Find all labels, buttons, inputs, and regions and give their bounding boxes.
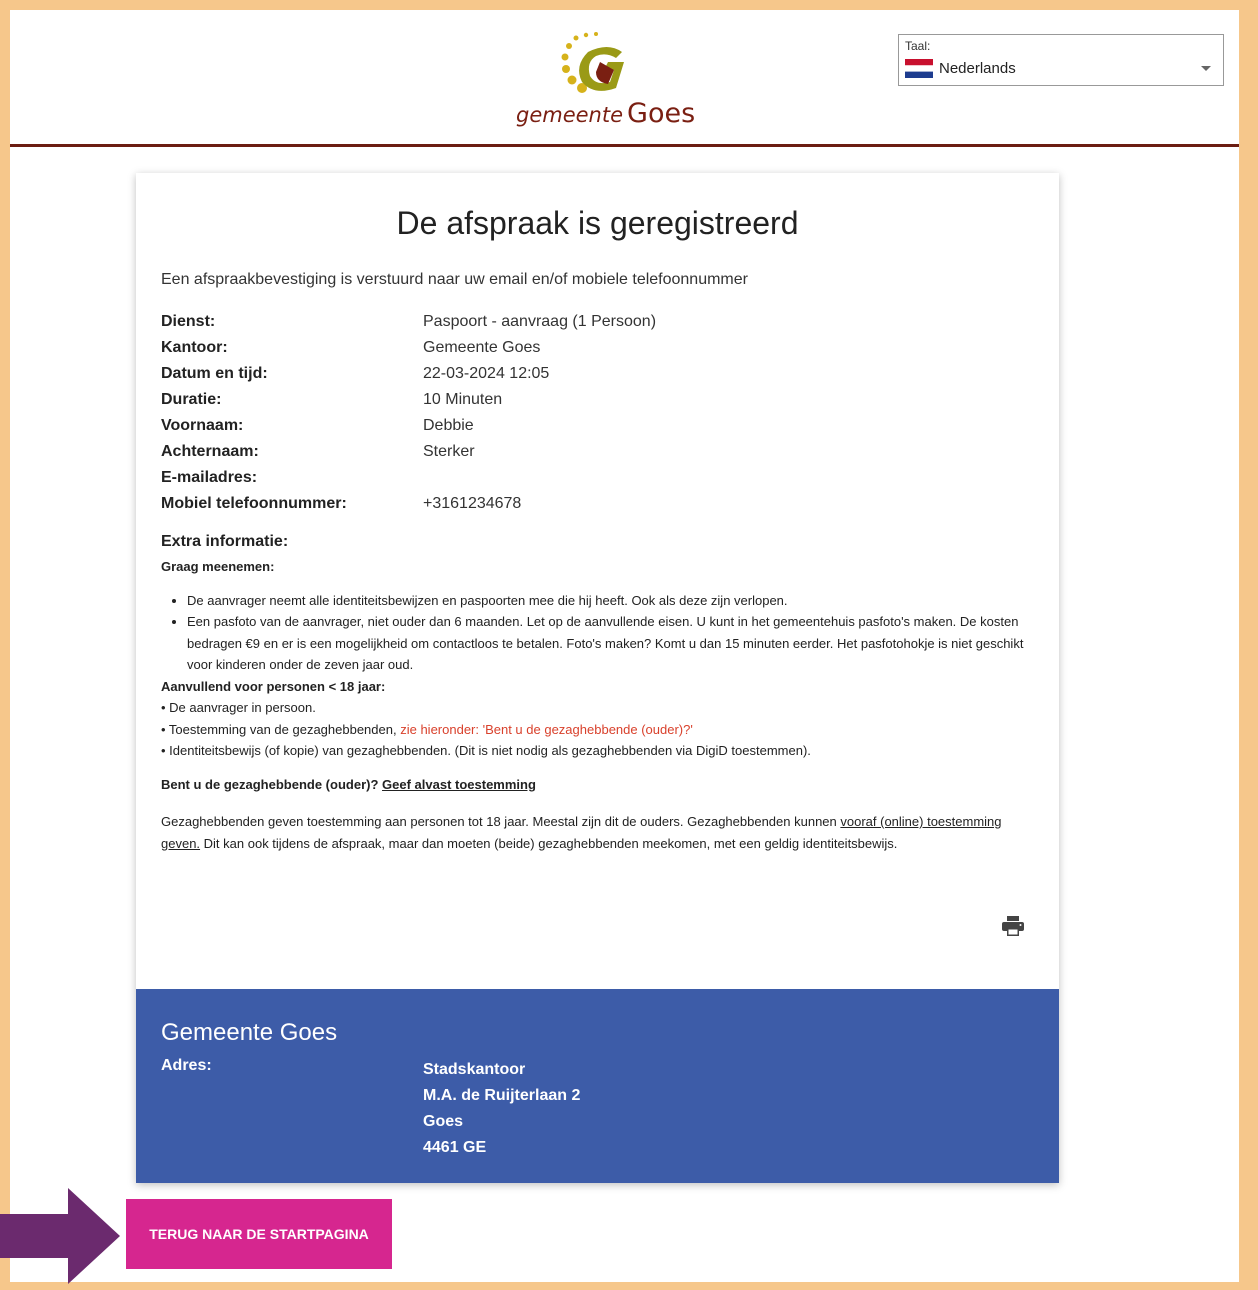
detail-value: 10 Minuten	[423, 391, 503, 408]
extra-info-title: Extra informatie:	[161, 533, 289, 550]
minors-line: • Identiteitsbewijs (of kopie) van gezag…	[161, 743, 811, 758]
list-item: De aanvrager neemt alle identiteitsbewij…	[187, 590, 1031, 612]
detail-label: Voornaam:	[161, 417, 244, 434]
detail-value: Debbie	[423, 417, 474, 434]
address-label: Adres:	[161, 1057, 212, 1074]
minors-title: Aanvullend voor personen < 18 jaar:	[161, 678, 386, 694]
address-line: Goes	[423, 1113, 464, 1130]
office-name: Gemeente Goes	[161, 1019, 338, 1046]
netherlands-flag-icon	[905, 59, 933, 78]
extra-info: Graag meenemen: De aanvrager neemt alle …	[161, 556, 1031, 854]
address: Stadskantoor M.A. de Ruijterlaan 2 Goes …	[423, 1057, 580, 1161]
guardian-anchor-link[interactable]: zie hieronder: 'Bent u de gezaghebbende …	[400, 722, 693, 737]
detail-row: Datum en tijd: 22-03-2024 12:05	[161, 365, 1021, 391]
guardian-question-line: Bent u de gezaghebbende (ouder)? Geef al…	[161, 774, 1031, 796]
confirmation-intro: Een afspraakbevestiging is verstuurd naa…	[161, 271, 748, 288]
detail-value: Gemeente Goes	[423, 339, 541, 356]
logo-text: gemeente Goes	[516, 98, 696, 129]
detail-row: Voornaam: Debbie	[161, 417, 1021, 443]
detail-row: Achternaam: Sterker	[161, 443, 1021, 469]
address-line: 4461 GE	[423, 1139, 487, 1156]
bring-along-title: Graag meenemen:	[161, 559, 275, 574]
detail-label: Datum en tijd:	[161, 365, 268, 382]
detail-value: 22-03-2024 12:05	[423, 365, 550, 382]
list-item: Een pasfoto van de aanvrager, niet ouder…	[187, 611, 1031, 676]
detail-label: Achternaam:	[161, 443, 259, 460]
give-consent-link[interactable]: Geef alvast toestemming	[382, 777, 536, 792]
language-label: Taal:	[905, 39, 931, 53]
bring-along-list: De aanvrager neemt alle identiteitsbewij…	[161, 590, 1031, 676]
guardian-question: Bent u de gezaghebbende (ouder)?	[161, 776, 379, 792]
printer-icon[interactable]	[1002, 916, 1024, 936]
address-line: Stadskantoor	[423, 1061, 526, 1078]
detail-label: Duratie:	[161, 391, 222, 408]
header: gemeente Goes Taal: Nederlands	[10, 10, 1239, 147]
office-footer: Gemeente Goes Adres: Stadskantoor M.A. d…	[136, 989, 1059, 1183]
detail-label: Kantoor:	[161, 339, 228, 356]
guardian-text-end: Dit kan ook tijdens de afspraak, maar da…	[200, 835, 898, 851]
detail-label: Mobiel telefoonnummer:	[161, 495, 347, 512]
chevron-down-icon	[1201, 66, 1211, 71]
minors-line: • De aanvrager in persoon.	[161, 700, 316, 715]
back-to-start-button[interactable]: TERUG NAAR DE STARTPAGINA	[126, 1199, 392, 1269]
detail-row: Dienst: Paspoort - aanvraag (1 Persoon)	[161, 313, 1021, 339]
minors-line: • Toestemming van de gezaghebbenden, zie…	[161, 719, 1031, 741]
logo-name: Goes	[627, 98, 696, 129]
confirmation-card: De afspraak is geregistreerd Een afspraa…	[136, 173, 1059, 1183]
logo-prefix: gemeente	[516, 103, 624, 127]
gemeente-goes-logo[interactable]: gemeente Goes	[516, 26, 696, 138]
detail-label: Dienst:	[161, 313, 216, 330]
address-line: M.A. de Ruijterlaan 2	[423, 1087, 581, 1104]
detail-value: +3161234678	[423, 495, 522, 512]
detail-value: Sterker	[423, 443, 475, 460]
language-value: Nederlands	[939, 60, 1016, 77]
appointment-details: Dienst: Paspoort - aanvraag (1 Persoon) K…	[161, 313, 1021, 521]
language-select[interactable]: Taal: Nederlands	[898, 34, 1224, 86]
detail-row: Duratie: 10 Minuten	[161, 391, 1021, 417]
detail-row: E-mailadres:	[161, 469, 1021, 495]
logo-mark-icon	[561, 32, 624, 93]
minors-text: • Toestemming van de gezaghebbenden,	[161, 721, 401, 737]
guardian-text: Gezaghebbenden geven toestemming aan per…	[161, 811, 1031, 854]
detail-row: Mobiel telefoonnummer: +3161234678	[161, 495, 1021, 521]
detail-label: E-mailadres:	[161, 469, 258, 486]
page-title: De afspraak is geregistreerd	[396, 205, 799, 241]
detail-row: Kantoor: Gemeente Goes	[161, 339, 1021, 365]
guardian-text-start: Gezaghebbenden geven toestemming aan per…	[161, 814, 841, 829]
arrow-right-icon	[0, 1188, 120, 1284]
page-frame: gemeente Goes Taal: Nederlands De afspraa…	[10, 10, 1239, 1282]
detail-value: Paspoort - aanvraag (1 Persoon)	[423, 313, 657, 330]
